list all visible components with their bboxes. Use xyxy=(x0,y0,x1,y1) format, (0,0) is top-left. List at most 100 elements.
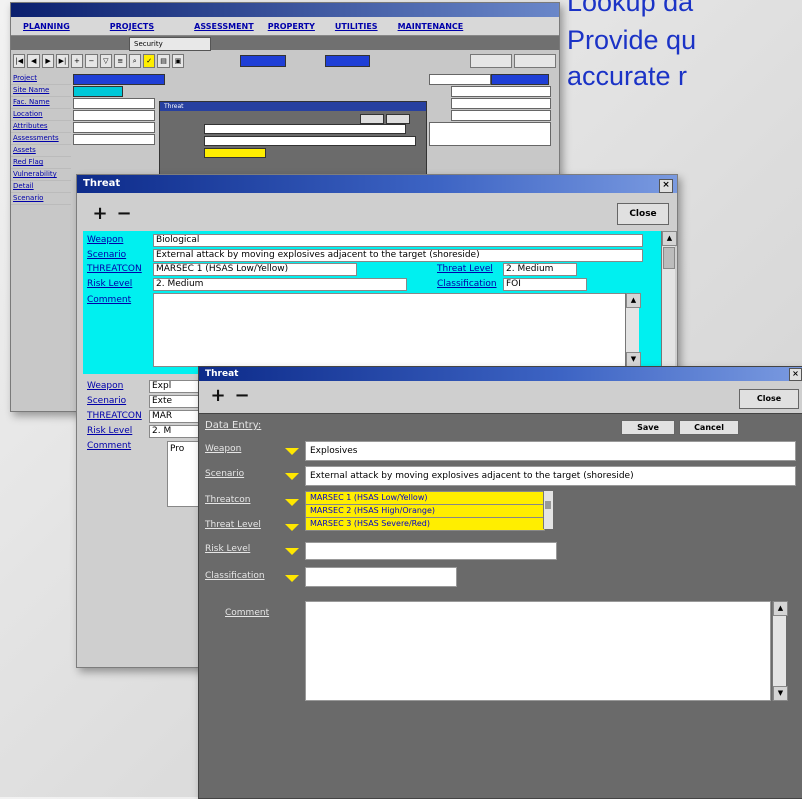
scenario-field[interactable]: External attack by moving explosives adj… xyxy=(305,466,796,486)
close-icon[interactable]: × xyxy=(659,179,673,193)
scroll-up-icon[interactable]: ▲ xyxy=(773,601,788,616)
dropdown-arrow-icon[interactable] xyxy=(285,499,299,506)
threatcon-option-2[interactable]: MARSEC 2 (HSAS High/Orange) xyxy=(305,504,545,518)
threatcon-label-2[interactable]: THREATCON xyxy=(87,411,142,421)
dropdown-arrow-icon[interactable] xyxy=(285,575,299,582)
classification-label[interactable]: Classification xyxy=(437,279,497,289)
delete-record-icon[interactable]: − xyxy=(85,54,98,68)
scroll-down-icon[interactable]: ▼ xyxy=(773,686,788,701)
last-record-icon[interactable]: ▶| xyxy=(56,54,69,68)
nav-projects[interactable]: PROJECTS xyxy=(110,22,154,31)
classification-field[interactable]: FOI xyxy=(503,278,587,291)
comment-field[interactable] xyxy=(153,293,627,367)
weapon-field[interactable]: Explosives xyxy=(305,441,796,461)
options-scrollbar[interactable] xyxy=(543,491,553,529)
first-record-icon[interactable]: |◀ xyxy=(13,54,26,68)
dropdown-arrow-icon[interactable] xyxy=(285,524,299,531)
threatcon-option-3[interactable]: MARSEC 3 (HSAS Severe/Red) xyxy=(305,517,545,531)
side-item[interactable]: Red Flag xyxy=(11,157,71,169)
nav-planning[interactable]: PLANNING xyxy=(23,22,70,31)
dropdown-arrow-icon[interactable] xyxy=(285,473,299,480)
remove-icon[interactable]: − xyxy=(115,205,133,223)
side-item[interactable]: Assets xyxy=(11,145,71,157)
nav-maintenance[interactable]: MAINTENANCE xyxy=(398,22,464,31)
threatcon-option-1[interactable]: MARSEC 1 (HSAS Low/Yellow) xyxy=(305,491,545,505)
classification-label[interactable]: Classification xyxy=(205,571,265,581)
classification-field[interactable] xyxy=(305,567,457,587)
side-item[interactable]: Assessments xyxy=(11,133,71,145)
toolbar-button-b[interactable] xyxy=(513,54,556,68)
weapon-label-2[interactable]: Weapon xyxy=(87,381,123,391)
scenario-label-2[interactable]: Scenario xyxy=(87,396,126,406)
popup-cancel-button[interactable] xyxy=(386,114,410,124)
side-item[interactable]: Project xyxy=(11,73,71,85)
project-field[interactable] xyxy=(73,74,165,85)
scroll-up-icon[interactable]: ▲ xyxy=(626,293,641,308)
add-icon[interactable]: + xyxy=(209,387,227,405)
risk-level-label[interactable]: Risk Level xyxy=(87,279,132,289)
comment-label[interactable]: Comment xyxy=(225,608,269,618)
side-item[interactable]: Fac. Name xyxy=(11,97,71,109)
side-item[interactable]: Vulnerability xyxy=(11,169,71,181)
weapon-field[interactable]: Biological xyxy=(153,234,643,247)
side-item[interactable]: Location xyxy=(11,109,71,121)
comment-scrollbar[interactable]: ▲ ▼ xyxy=(772,601,788,701)
tool-icon[interactable]: ✓ xyxy=(142,54,156,68)
toolbar-button-a[interactable] xyxy=(469,54,512,68)
risk-level-field[interactable] xyxy=(305,542,557,560)
close-button[interactable]: Close xyxy=(617,203,669,225)
scenario-label[interactable]: Scenario xyxy=(87,250,126,260)
scroll-up-icon[interactable]: ▲ xyxy=(662,231,677,246)
side-item[interactable]: Site Name xyxy=(11,85,71,97)
threat-level-label[interactable]: Threat Level xyxy=(437,264,493,274)
comment-label-2[interactable]: Comment xyxy=(87,441,131,451)
next-record-icon[interactable]: ▶ xyxy=(41,54,55,68)
side-item[interactable]: Detail xyxy=(11,181,71,193)
scroll-down-icon[interactable]: ▼ xyxy=(626,352,641,367)
nav-assessment[interactable]: ASSESSMENT xyxy=(194,22,254,31)
side-item[interactable]: Scenario xyxy=(11,193,71,205)
comment-scrollbar[interactable]: ▲ ▼ xyxy=(625,293,641,367)
scroll-thumb[interactable] xyxy=(545,501,551,509)
threatcon-field[interactable]: MARSEC 1 (HSAS Low/Yellow) xyxy=(153,263,357,276)
filter-icon[interactable]: ▽ xyxy=(99,54,113,68)
popup-field-2[interactable] xyxy=(204,136,416,146)
facility-field[interactable] xyxy=(73,98,155,109)
scroll-thumb[interactable] xyxy=(663,247,675,269)
save-icon[interactable]: ▣ xyxy=(171,54,185,68)
right-field-6[interactable] xyxy=(429,122,551,146)
popup-field-3[interactable] xyxy=(204,148,266,158)
remove-icon[interactable]: − xyxy=(233,387,251,405)
assessments-field[interactable] xyxy=(73,134,155,145)
save-button[interactable]: Save xyxy=(621,420,675,435)
threatcon-label[interactable]: Threatcon xyxy=(205,495,250,505)
right-field-4[interactable] xyxy=(451,98,551,109)
attributes-field[interactable] xyxy=(73,122,155,133)
comment-label[interactable]: Comment xyxy=(87,295,131,305)
close-button[interactable]: Close xyxy=(739,389,799,409)
scenario-field[interactable]: External attack by moving explosives adj… xyxy=(153,249,643,262)
side-item[interactable]: Attributes xyxy=(11,121,71,133)
right-field-1[interactable] xyxy=(429,74,491,85)
sort-icon[interactable]: ≡ xyxy=(114,54,127,68)
site-field[interactable] xyxy=(73,86,123,97)
dropdown-arrow-icon[interactable] xyxy=(285,548,299,555)
popup-field-1[interactable] xyxy=(204,124,406,134)
right-field-3[interactable] xyxy=(451,86,551,97)
popup-save-button[interactable] xyxy=(360,114,384,124)
record-scrollbar[interactable]: ▲ xyxy=(661,231,677,375)
weapon-label[interactable]: Weapon xyxy=(205,444,241,454)
dropdown-arrow-icon[interactable] xyxy=(285,448,299,455)
add-icon[interactable]: + xyxy=(91,205,109,223)
weapon-label[interactable]: Weapon xyxy=(87,235,123,245)
cancel-button[interactable]: Cancel xyxy=(679,420,739,435)
find-icon[interactable]: ⌕ xyxy=(128,54,141,68)
risk-level-label-2[interactable]: Risk Level xyxy=(87,426,132,436)
right-field-2[interactable] xyxy=(491,74,549,85)
risk-level-field[interactable]: 2. Medium xyxy=(153,278,407,291)
scenario-label[interactable]: Scenario xyxy=(205,469,244,479)
right-field-5[interactable] xyxy=(451,110,551,121)
header-field-1[interactable] xyxy=(240,55,286,67)
risk-level-label[interactable]: Risk Level xyxy=(205,544,250,554)
print-icon[interactable]: ▤ xyxy=(157,54,170,68)
